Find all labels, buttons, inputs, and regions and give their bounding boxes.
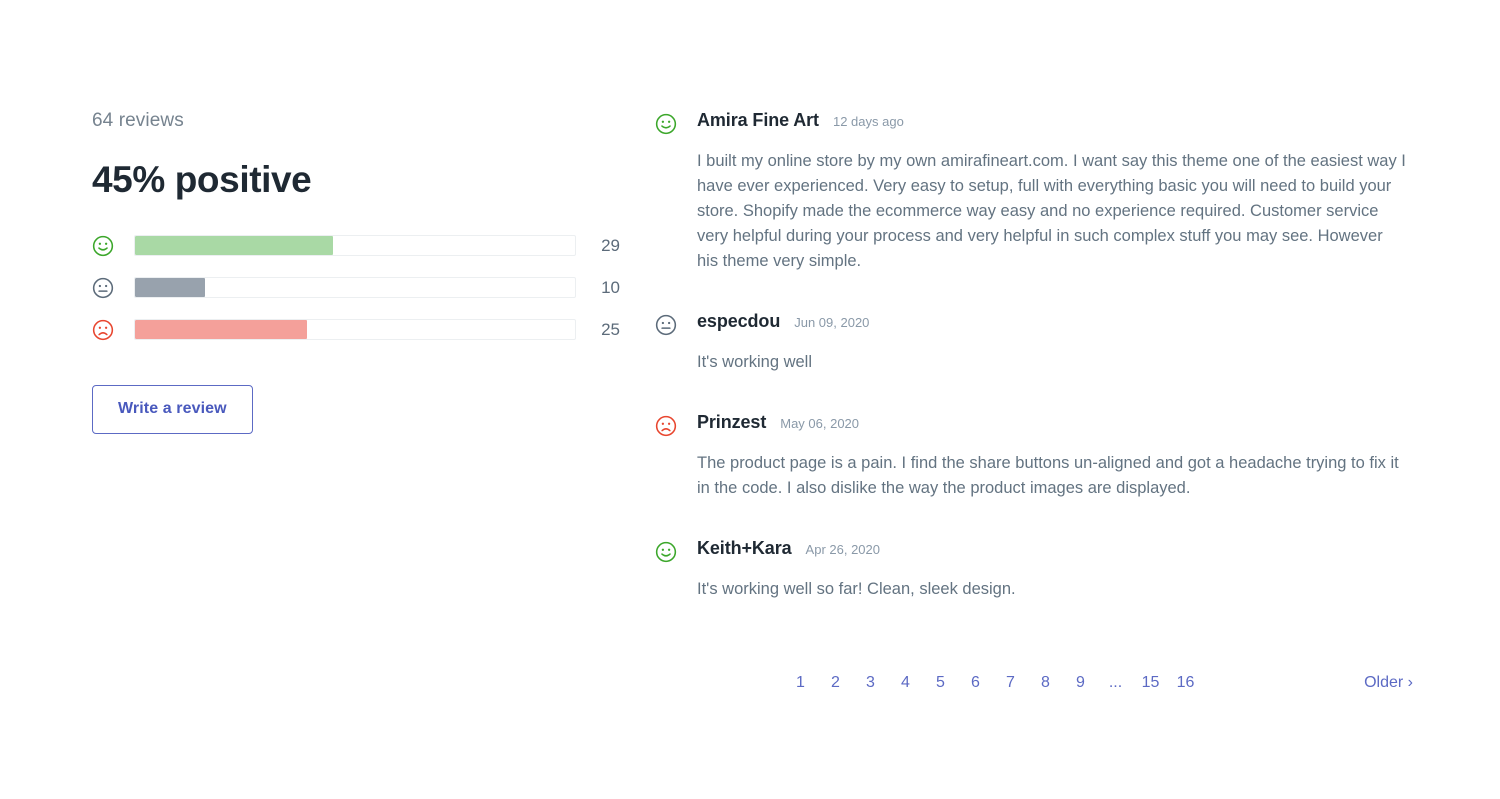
review-count-label: 64 reviews [92,110,184,131]
reviews-summary-panel: 64 reviews 45% positive 29 10 25 Write a… [92,108,622,434]
review-date: May 06, 2020 [780,416,860,431]
pagination-page-9[interactable]: 9 [1063,670,1098,696]
happy-face-icon [92,235,114,256]
pagination-page-links: 1 2 3 4 5 6 7 8 9... 15 16 [783,670,1203,696]
pagination-page-15[interactable]: 15 [1133,670,1168,696]
pagination-page-5[interactable]: 5 [923,670,958,696]
sentiment-bar-fill-positive [135,236,333,255]
positive-percentage-headline: 45% positive [92,159,312,200]
reviews-page: 64 reviews 45% positive 29 10 25 Write a… [0,0,1500,799]
neutral-face-icon [655,314,677,336]
review-header: especdou Jun 09, 2020 [697,309,1415,335]
write-a-review-button[interactable]: Write a review [92,385,253,434]
review-author: Prinzest [697,412,767,432]
sentiment-bar-value-positive: 29 [601,236,620,255]
sentiment-bar-row-neutral: 10 [92,271,622,304]
review-item: especdou Jun 09, 2020 It's working well [655,309,1415,375]
pagination-page-1[interactable]: 1 [783,670,818,696]
happy-face-icon [655,541,677,563]
review-body: It's working well so far! Clean, sleek d… [697,580,1016,598]
pagination-page-8[interactable]: 8 [1028,670,1063,696]
sentiment-bar-row-negative: 25 [92,313,622,346]
pagination-page-2[interactable]: 2 [818,670,853,696]
neutral-face-icon [92,277,114,298]
pagination-page-4[interactable]: 4 [888,670,923,696]
sentiment-bar-value-negative: 25 [601,320,620,339]
review-date: 12 days ago [832,114,904,129]
sad-face-icon [92,319,114,340]
sentiment-bar-track-negative [134,319,576,340]
pagination-page-16[interactable]: 16 [1168,670,1203,696]
pagination-page-6[interactable]: 6 [958,670,993,696]
review-header: Prinzest May 06, 2020 [697,410,1415,436]
pagination-page-7[interactable]: 7 [993,670,1028,696]
sentiment-bar-fill-neutral [135,278,206,297]
review-header: Keith+Kara Apr 26, 2020 [697,536,1415,562]
pagination: 1 2 3 4 5 6 7 8 9... 15 16 Older › [655,670,1415,696]
sentiment-bar-track-positive [134,235,576,256]
review-list: Amira Fine Art 12 days ago I built my onli… [655,108,1415,602]
sad-face-icon [655,415,677,437]
review-body: The product page is a pain. I find the s… [697,454,1399,497]
sentiment-bar-track-neutral [134,277,576,298]
pagination-ellipsis: ... [1108,674,1123,691]
review-author: Amira Fine Art [697,110,819,130]
sentiment-bar-chart: 29 10 25 [92,229,622,346]
review-date: Apr 26, 2020 [805,542,880,557]
review-date: Jun 09, 2020 [794,315,870,330]
sentiment-bar-value-neutral: 10 [601,278,620,297]
sentiment-bar-row-positive: 29 [92,229,622,262]
review-item: Keith+Kara Apr 26, 2020 It's working well … [655,536,1415,602]
review-author: especdou [697,311,781,331]
review-header: Amira Fine Art 12 days ago [697,108,1415,134]
older-page-link[interactable]: Older › [1364,670,1415,696]
review-body: It's working well [697,353,813,371]
sentiment-bar-fill-negative [135,320,307,339]
review-author: Keith+Kara [697,538,792,558]
review-body: I built my online store by my own amiraf… [697,152,1406,270]
review-item: Amira Fine Art 12 days ago I built my onli… [655,108,1415,274]
pagination-page-3[interactable]: 3 [853,670,888,696]
review-item: Prinzest May 06, 2020 The product page is … [655,410,1415,501]
happy-face-icon [655,113,677,135]
